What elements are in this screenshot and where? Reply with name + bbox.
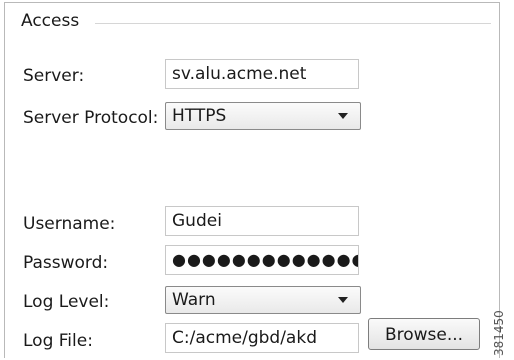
server-protocol-select[interactable]: HTTPS — [165, 102, 361, 130]
password-input[interactable]: ●●●●●●●●●●●●● — [165, 245, 359, 275]
log-level-label: Log Level: — [23, 292, 110, 312]
group-header: Access — [5, 3, 499, 39]
log-level-select[interactable]: Warn — [165, 286, 361, 314]
server-input[interactable]: sv.alu.acme.net — [165, 59, 359, 89]
username-label: Username: — [23, 214, 116, 234]
log-file-input[interactable]: C:/acme/gbd/akd — [165, 323, 359, 353]
log-file-label: Log File: — [23, 331, 93, 351]
server-protocol-value: HTTPS — [172, 106, 227, 126]
chevron-down-icon — [338, 113, 348, 119]
server-protocol-label: Server Protocol: — [23, 108, 159, 128]
group-title: Access — [21, 13, 84, 30]
username-input[interactable]: Gudei — [165, 206, 359, 236]
access-group: Access Server: sv.alu.acme.net Server Pr… — [4, 2, 500, 358]
server-label: Server: — [23, 66, 85, 86]
figure-id: 381450 — [492, 310, 506, 356]
log-level-value: Warn — [172, 290, 216, 310]
password-label: Password: — [23, 253, 109, 273]
chevron-down-icon — [338, 297, 348, 303]
browse-button[interactable]: Browse... — [368, 318, 480, 350]
group-divider — [95, 23, 491, 24]
